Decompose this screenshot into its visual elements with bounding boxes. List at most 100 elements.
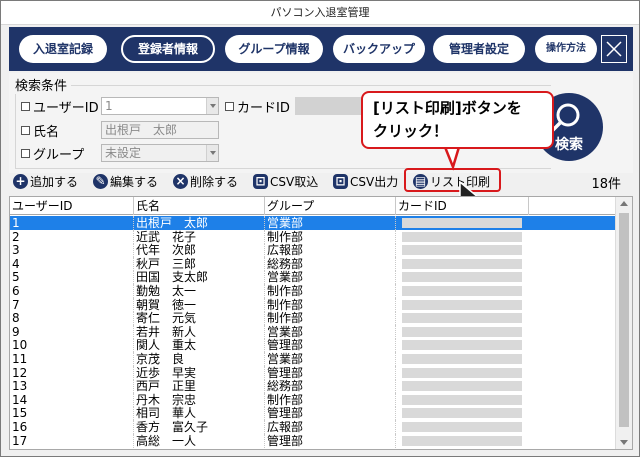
group-checkbox[interactable] [21, 149, 30, 158]
table-row[interactable]: 6 勤勉 太一 制作部 [10, 284, 616, 298]
name-checkbox[interactable] [21, 126, 30, 135]
cell-user-id: 15 [10, 406, 134, 421]
cross-icon: × [173, 174, 188, 189]
scroll-down-icon[interactable] [620, 440, 628, 445]
cell-name: 朝賀 徳一 [134, 297, 265, 312]
csv-import-button[interactable]: ⊡ CSV取込 [253, 173, 318, 191]
user-id-combo[interactable]: 1 [101, 97, 219, 115]
table-row[interactable]: 5 田国 支太郎 営業部 [10, 270, 616, 285]
delete-button-label: 削除する [190, 175, 239, 189]
column-header-name[interactable]: 氏名 [134, 197, 265, 215]
cell-name: 相司 華人 [134, 406, 265, 421]
cell-name: 京茂 良 [134, 352, 265, 366]
vertical-scrollbar[interactable] [615, 197, 632, 449]
record-count: 18件 [591, 177, 621, 192]
table-row[interactable]: 7 朝賀 徳一 制作部 [10, 297, 616, 312]
add-button[interactable]: + 追加する [13, 173, 78, 191]
cell-card-id-redacted [402, 367, 522, 378]
cell-group: 制作部 [265, 392, 396, 407]
table-row[interactable]: 15 相司 華人 管理部 [10, 406, 616, 421]
cell-name: 若井 新人 [134, 324, 265, 339]
cell-name: 田国 支太郎 [134, 270, 265, 285]
registrant-table[interactable]: ユーザーID 氏名 グループ カードID 1 出根戸 太郎 営業部 2 近武 花子 制作部… [9, 196, 633, 450]
table-row[interactable]: 13 西戸 正里 総務部 [10, 379, 616, 394]
delete-button[interactable]: × 削除する [173, 173, 238, 191]
cell-user-id: 3 [10, 243, 134, 258]
table-row[interactable]: 4 秋戸 三郎 総務部 [10, 256, 616, 271]
cell-name: 高総 一人 [134, 433, 265, 448]
user-id-checkbox[interactable] [21, 102, 30, 111]
cell-group: 管理部 [265, 365, 396, 380]
table-row[interactable]: 11 京茂 良営業部 [10, 352, 616, 366]
cell-group: 管理部 [265, 338, 396, 353]
table-row[interactable]: 8 寄仁 元気 制作部 [10, 311, 616, 326]
cell-card-id-redacted [402, 299, 522, 310]
pencil-icon: ✎ [93, 174, 108, 189]
magnifier-icon [550, 103, 580, 133]
cell-user-id: 7 [10, 297, 134, 312]
nav-registrant-info-button[interactable]: 登録者情報 [121, 35, 215, 63]
table-row[interactable]: 3 代年 次郎 広報部 [10, 243, 616, 258]
cell-card-id-redacted [402, 422, 522, 432]
cell-name: 出根戸 太郎 [134, 216, 265, 230]
cell-user-id: 12 [10, 365, 134, 380]
cell-card-id-redacted [402, 340, 522, 351]
cell-card-id-redacted [402, 394, 522, 405]
cell-group: 制作部 [265, 229, 396, 244]
cell-card-id-redacted [402, 313, 522, 324]
nav-backup-button[interactable]: バックアップ [333, 35, 425, 63]
edit-button-label: 編集する [110, 175, 159, 189]
nav-admin-settings-button[interactable]: 管理者設定 [433, 35, 525, 63]
instruction-callout: [リスト印刷]ボタンを クリック！ [361, 91, 554, 149]
cell-group: 広報部 [265, 243, 396, 258]
card-id-input[interactable] [295, 97, 361, 115]
add-button-label: 追加する [30, 175, 79, 189]
column-header-card-id[interactable]: カードID [396, 197, 529, 215]
cell-user-id: 11 [10, 352, 134, 366]
nav-how-to-use-button[interactable]: 操作方法 [535, 35, 597, 63]
user-id-value: 1 [105, 99, 113, 113]
cell-group: 総務部 [265, 256, 396, 271]
search-conditions-legend: 検索条件 [15, 75, 72, 94]
list-toolbar: +追加する ✎編集する ×削除する ⊡CSV取込 ⊡CSV出力 ▤リスト印刷 1… [9, 173, 633, 193]
chevron-down-icon [206, 98, 218, 114]
cell-user-id: 10 [10, 338, 134, 353]
card-id-checkbox[interactable] [225, 102, 234, 111]
edit-button[interactable]: ✎ 編集する [93, 173, 158, 191]
main-nav-bar: 入退室記録 登録者情報 グループ情報 バックアップ 管理者設定 操作方法 [9, 27, 633, 71]
cell-group: 制作部 [265, 284, 396, 298]
nav-entry-exit-log-button[interactable]: 入退室記録 [19, 35, 107, 63]
table-row[interactable]: 17 高総 一人 管理部 [10, 433, 616, 448]
table-row[interactable]: 12 近歩 早実 管理部 [10, 365, 616, 380]
table-row[interactable]: 10 関人 重太 管理部 [10, 338, 616, 353]
group-combo[interactable]: 未設定 [101, 144, 219, 162]
table-row[interactable]: 1 出根戸 太郎 営業部 [10, 216, 616, 230]
table-row[interactable]: 9 若井 新人 営業部 [10, 324, 616, 339]
cell-user-id: 1 [10, 216, 134, 230]
cell-name: 西戸 正里 [134, 379, 265, 394]
cell-user-id: 6 [10, 284, 134, 298]
column-header-group[interactable]: グループ [265, 197, 396, 215]
table-row[interactable]: 2 近武 花子 制作部 [10, 229, 616, 244]
cell-user-id: 9 [10, 324, 134, 339]
scroll-up-icon[interactable] [620, 201, 628, 206]
cell-card-id-redacted [402, 381, 522, 392]
cell-group: 広報部 [265, 420, 396, 434]
cell-card-id-redacted [402, 231, 522, 242]
user-id-label: ユーザーID [33, 101, 99, 116]
app-window: パソコン入退室管理 入退室記録 登録者情報 グループ情報 バックアップ 管理者設… [0, 0, 640, 457]
cell-card-id-redacted [402, 354, 522, 364]
table-row[interactable]: 16 香方 富久子 広報部 [10, 420, 616, 434]
nav-group-info-button[interactable]: グループ情報 [225, 35, 323, 63]
table-row[interactable]: 14 丹木 宗忠 制作部 [10, 392, 616, 407]
name-input[interactable]: 出根戸 太郎 [101, 121, 219, 139]
cell-name: 近歩 早実 [134, 365, 265, 380]
csv-export-button[interactable]: ⊡ CSV出力 [333, 173, 398, 191]
table-header: ユーザーID 氏名 グループ カードID [10, 197, 616, 215]
cell-name: 香方 富久子 [134, 420, 265, 434]
scroll-thumb[interactable] [619, 213, 629, 427]
close-button[interactable] [601, 35, 627, 63]
column-header-user-id[interactable]: ユーザーID [10, 197, 134, 215]
cell-user-id: 16 [10, 420, 134, 434]
callout-line-2: クリック！ [373, 122, 449, 140]
